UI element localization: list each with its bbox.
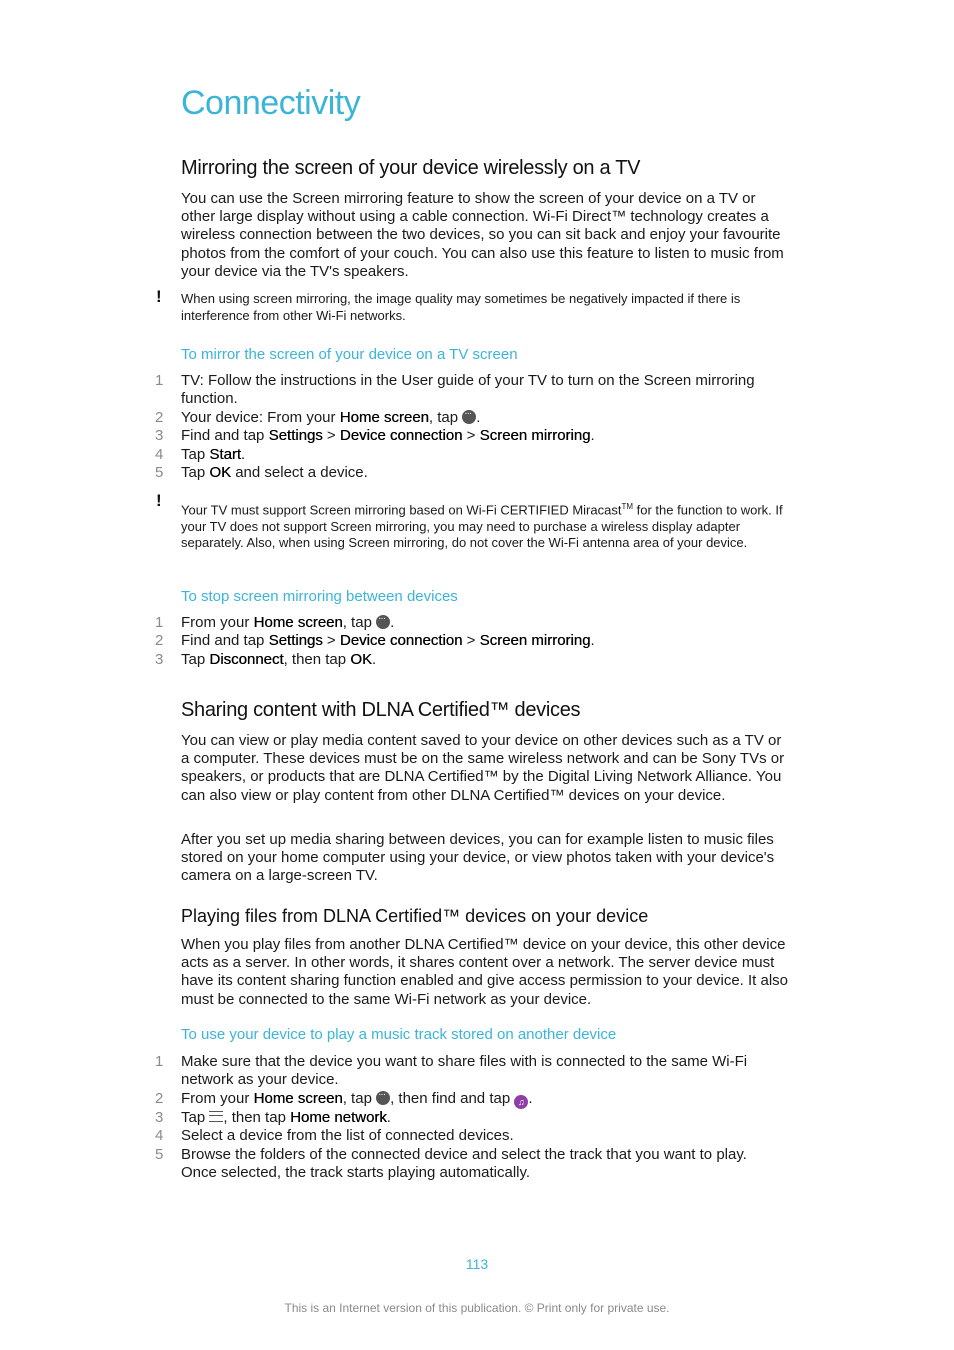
ui-term-settings: Settings [268,632,323,650]
ui-term-home-screen: Home screen [339,408,429,426]
section-heading-dlna: Sharing content with DLNA Certified™ dev… [181,699,581,721]
step-number: 2 [155,408,164,426]
apps-grid-icon [376,610,391,629]
list-item: 1 TV: Follow the instructions in the User… [150,372,770,409]
step-text: Make sure that the device you want to sh… [181,1053,748,1089]
list-item: 1 From your Home screen, tap . [150,610,800,632]
step-number: 5 [155,1145,164,1163]
trademark: TM [621,502,634,511]
note-miracast: Your TV must support Screen mirroring ba… [181,499,796,552]
step-number: 5 [155,464,164,482]
step-text: , tap [428,408,463,426]
subsection-heading-playing: Playing files from DLNA Certified™ devic… [181,906,649,926]
dlna-intro-paragraph: You can view or play media content saved… [181,732,785,804]
ui-term-device-connection: Device connection [339,632,463,650]
stop-steps-list: 1 From your Home screen, tap . 2 Find and … [150,610,800,669]
step-text: Tap [181,445,210,463]
menu-icon [209,1110,224,1122]
step-text: . [371,650,377,668]
step-text: Your device: From your [181,408,340,426]
music-app-icon: ♫ [514,1094,529,1109]
step-text: . [590,427,595,445]
step-text: , then tap [283,650,351,668]
dlna-sharing-paragraph: After you set up media sharing between d… [181,831,775,885]
list-item: 2 Find and tap Settings > Device connecti… [150,632,800,650]
step-text: Tap [181,464,210,482]
list-item: 3 Tap Disconnect, then tap OK. [150,651,800,669]
step-text: Tap [181,1108,210,1126]
ui-term-start: Start [209,445,242,463]
step-number: 1 [155,372,164,389]
step-number: 4 [155,445,164,463]
exclamation-icon: ! [156,287,162,306]
ui-term-screen-mirroring: Screen mirroring [479,632,591,650]
separator: > [462,427,480,445]
step-text: . [241,445,246,463]
step-text: From your [181,1089,254,1107]
ui-term-home-screen: Home screen [253,1089,343,1107]
step-text: Select a device from the list of connect… [181,1127,514,1145]
play-track-steps-list: 1 Make sure that the device you want to s… [150,1053,750,1182]
ui-term-ok: OK [209,464,232,482]
step-text: TV: Follow the instructions in the User … [181,372,755,408]
separator: > [322,427,340,445]
step-text: Find and tap [181,632,269,650]
step-text: From your [181,614,254,631]
step-text: Find and tap [181,427,269,445]
procedure-title-play-track: To use your device to play a music track… [181,1026,617,1043]
list-item: 3 Tap , then tap Home network. [150,1109,750,1127]
step-text: , then find and tap [390,1089,515,1107]
step-text: Browse the folders of the connected devi… [181,1145,747,1182]
separator: > [322,632,340,650]
list-item: 5 Browse the folders of the connected dev… [150,1146,750,1183]
step-number: 4 [155,1127,164,1145]
playing-paragraph: When you play files from another DLNA Ce… [181,936,789,1008]
step-number: 3 [155,427,164,445]
footer-notice: This is an Internet version of this publ… [284,1301,670,1315]
procedure-title-mirror: To mirror the screen of your device on a… [181,346,518,363]
step-text: , tap [342,614,377,631]
ui-term-screen-mirroring: Screen mirroring [479,427,591,445]
list-item: 1 Make sure that the device you want to s… [150,1053,750,1090]
step-number: 3 [155,1108,164,1126]
list-item: 2 Your device: From your Home screen, tap… [150,405,770,427]
ui-term-home-screen: Home screen [253,614,343,631]
list-item: 4 Tap Start. [150,446,770,464]
step-text: . [528,1089,533,1107]
step-text: . [590,632,595,650]
list-item: 4 Select a device from the list of connec… [150,1127,750,1145]
list-item: 3 Find and tap Settings > Device connecti… [150,427,770,445]
exclamation-icon: ! [156,491,162,510]
step-text: . [386,1108,391,1126]
step-number: 1 [155,1053,164,1070]
procedure-title-stop: To stop screen mirroring between devices [181,588,458,605]
step-text: Tap [181,650,210,668]
step-number: 1 [155,614,164,631]
section-heading-mirroring: Mirroring the screen of your device wire… [181,157,641,179]
step-number: 3 [155,650,164,668]
page-title: Connectivity [181,84,361,122]
ui-term-settings: Settings [268,427,323,445]
mirroring-intro-paragraph: You can use the Screen mirroring feature… [181,190,784,280]
step-number: 2 [155,1089,164,1107]
step-text: . [390,614,395,631]
ui-term-device-connection: Device connection [339,427,463,445]
list-item: 2 From your Home screen, tap , then find … [150,1086,750,1109]
step-number: 2 [155,632,164,650]
ui-term-disconnect: Disconnect [209,650,284,668]
step-text: and select a device. [231,464,368,482]
step-text: , tap [342,1089,377,1107]
step-text: , then tap [223,1108,291,1126]
apps-grid-icon [462,405,477,424]
page-number: 113 [465,1256,489,1272]
note-text: Your TV must support Screen mirroring ba… [181,502,622,518]
mirror-steps-list: 1 TV: Follow the instructions in the User… [150,372,770,482]
ui-term-home-network: Home network [290,1108,387,1126]
list-item: 5 Tap OK and select a device. [150,464,770,482]
apps-grid-icon [376,1086,391,1105]
ui-term-ok: OK [350,650,372,668]
note-interference: When using screen mirroring, the image q… [181,291,741,323]
step-text: . [476,408,481,426]
separator: > [462,632,480,650]
